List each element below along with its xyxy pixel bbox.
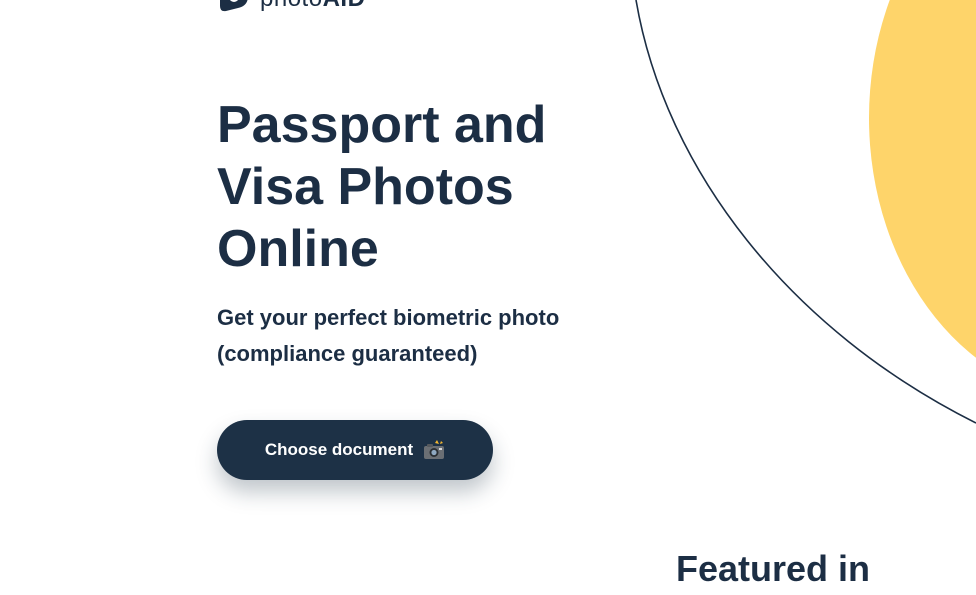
logo-camera-icon	[220, 0, 248, 12]
page-title: Passport and Visa Photos Online	[217, 96, 547, 278]
featured-in-heading: Featured in	[676, 548, 871, 589]
logo-text-suffix: AID	[323, 0, 366, 12]
hero-subtitle: Get your perfect biometric photo (compli…	[217, 305, 560, 366]
choose-document-button[interactable]: Choose document	[217, 420, 493, 480]
choose-document-label: Choose document	[264, 440, 414, 459]
photoaid-logo[interactable]: photoAID	[218, 0, 365, 12]
yellow-blob	[869, 0, 976, 358]
camera-flash-icon	[424, 440, 445, 459]
logo-text-prefix: photo	[260, 0, 323, 12]
logo-text: photoAID	[260, 0, 365, 12]
background-decoration	[635, 0, 976, 424]
landing-page: photoAID Passport and Visa Photos Online…	[0, 0, 976, 595]
